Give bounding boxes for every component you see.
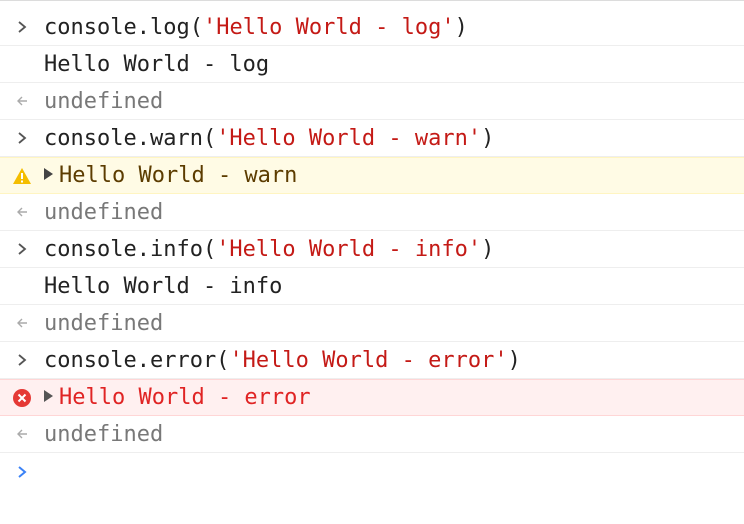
console-input-row[interactable]: console.log('Hello World - log') [0, 9, 744, 46]
code-suffix: ) [507, 347, 521, 373]
code-string: 'Hello World - info' [216, 236, 482, 262]
info-message: Hello World - info [44, 273, 283, 299]
input-caret-icon [0, 231, 44, 267]
console-warn-row[interactable]: Hello World - warn [0, 157, 744, 194]
result-value: undefined [44, 199, 164, 225]
console-result-row: undefined [0, 305, 744, 342]
console-input-code: console.log('Hello World - log') [44, 9, 744, 46]
console-input-row[interactable]: console.error('Hello World - error') [0, 342, 744, 379]
result-value: undefined [44, 421, 164, 447]
result-arrow-icon [0, 194, 44, 230]
warning-icon [0, 158, 44, 193]
code-prefix: console.error( [44, 347, 230, 373]
error-text: Hello World - error [59, 385, 311, 410]
code-prefix: console.info( [44, 236, 217, 262]
console-input-code: console.warn('Hello World - warn') [44, 120, 744, 157]
console-result-row: undefined [0, 83, 744, 120]
code-string: 'Hello World - log' [202, 14, 455, 40]
code-suffix: ) [481, 236, 495, 262]
console-error-row[interactable]: Hello World - error [0, 379, 744, 416]
console-input-row[interactable]: console.info('Hello World - info') [0, 231, 744, 268]
code-string: 'Hello World - error' [229, 347, 508, 373]
console-result-row: undefined [0, 194, 744, 231]
result-value: undefined [44, 310, 164, 336]
code-prefix: console.log( [44, 14, 203, 40]
result-arrow-icon [0, 83, 44, 119]
console-result-row: undefined [0, 416, 744, 453]
gutter-empty [0, 46, 44, 82]
input-caret-icon [0, 9, 44, 45]
expand-triangle-icon[interactable] [44, 168, 53, 180]
code-suffix: ) [454, 14, 468, 40]
console-input-code: console.error('Hello World - error') [44, 342, 744, 379]
warn-message: Hello World - warn [44, 157, 744, 194]
expand-triangle-icon[interactable] [44, 390, 53, 402]
input-caret-icon [0, 342, 44, 378]
prompt-caret-icon [0, 453, 44, 490]
warn-text: Hello World - warn [59, 163, 298, 188]
code-suffix: ) [481, 125, 495, 151]
result-value: undefined [44, 88, 164, 114]
console-panel: console.log('Hello World - log') Hello W… [0, 0, 744, 524]
gutter-empty [0, 268, 44, 304]
result-arrow-icon [0, 416, 44, 452]
console-prompt[interactable] [0, 453, 744, 490]
console-input-row[interactable]: console.warn('Hello World - warn') [0, 120, 744, 157]
code-string: 'Hello World - warn' [216, 125, 482, 151]
input-caret-icon [0, 120, 44, 156]
log-message: Hello World - log [44, 51, 270, 77]
error-icon [0, 380, 44, 415]
console-log-row: Hello World - info [0, 268, 744, 305]
code-prefix: console.warn( [44, 125, 217, 151]
result-arrow-icon [0, 305, 44, 341]
console-input-code: console.info('Hello World - info') [44, 231, 744, 268]
console-log-row: Hello World - log [0, 46, 744, 83]
error-message: Hello World - error [44, 379, 744, 416]
